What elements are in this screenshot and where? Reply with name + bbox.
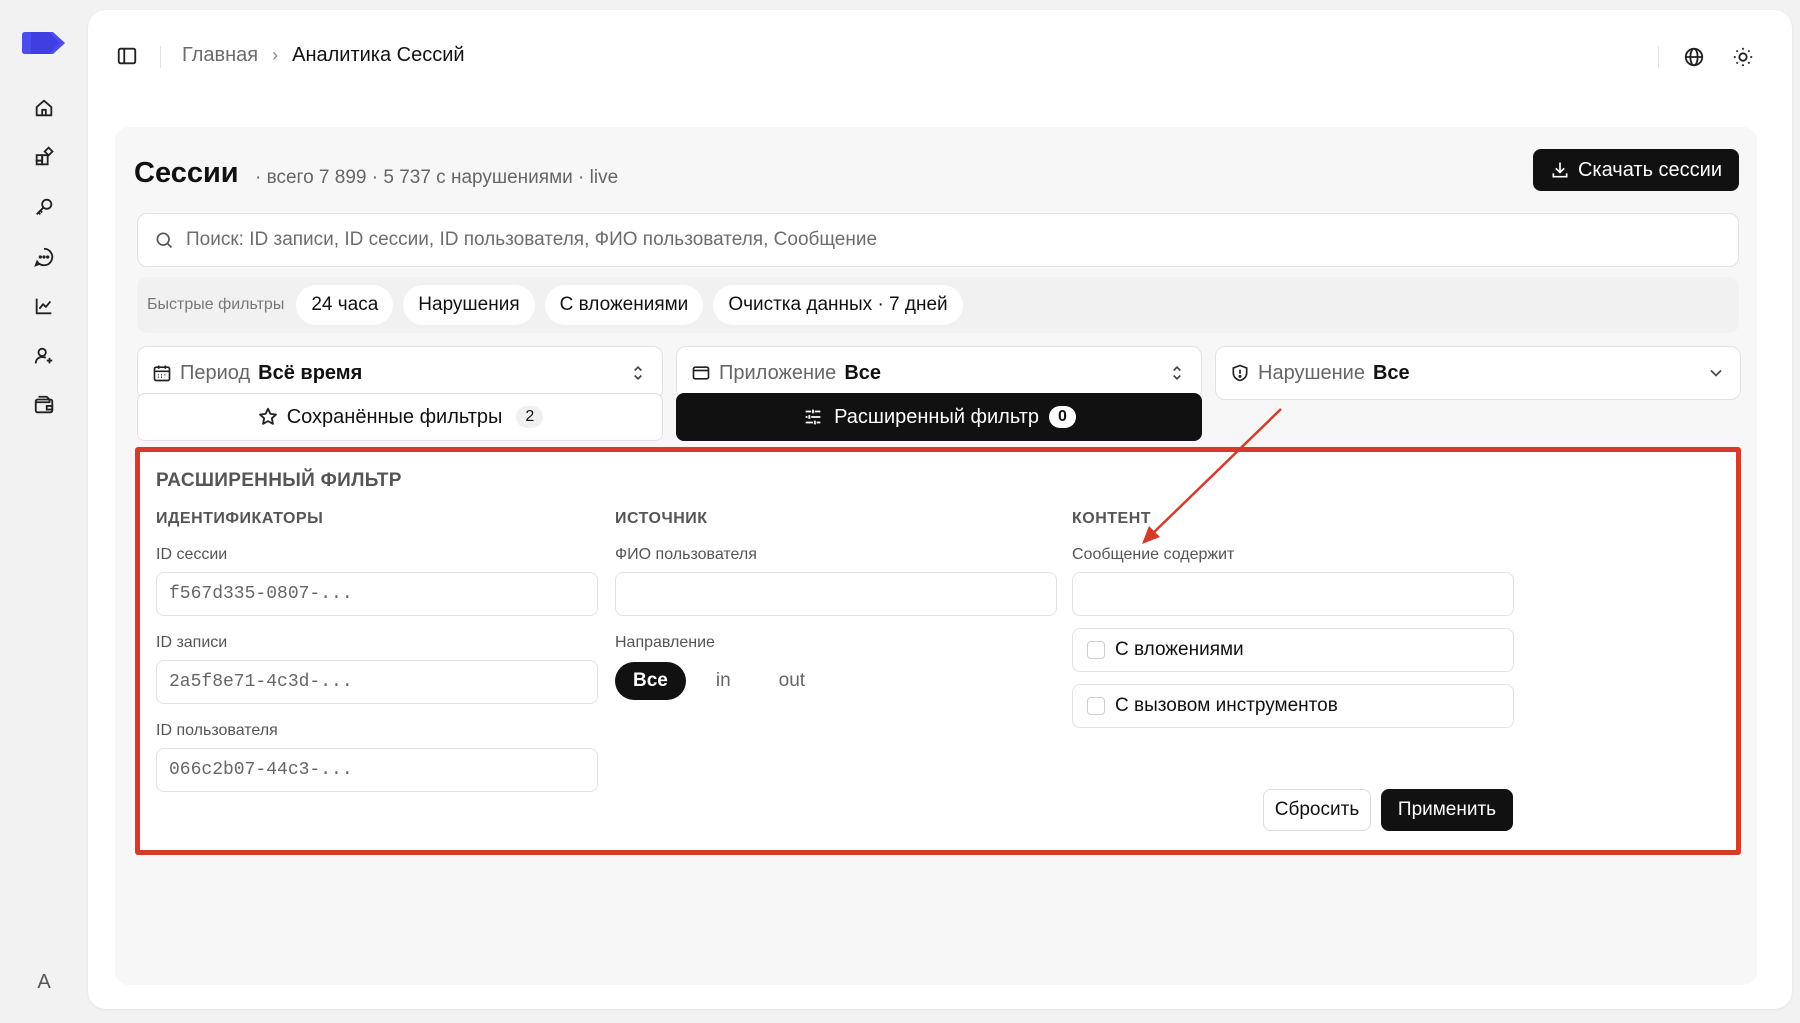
- wallet-icon[interactable]: [30, 391, 58, 419]
- sessions-panel: Сессии · всего 7 899 · 5 737 с нарушения…: [115, 127, 1757, 985]
- user-name-label: ФИО пользователя: [615, 546, 757, 563]
- attachments-label: С вложениями: [1115, 639, 1244, 660]
- quick-filter-chip[interactable]: Очистка данных · 7 дней: [713, 285, 963, 325]
- quick-filter-chip[interactable]: 24 часа: [296, 285, 394, 325]
- period-value: Всё время: [258, 361, 363, 384]
- search-icon: [156, 232, 173, 249]
- app-select[interactable]: Приложение Все: [676, 346, 1202, 400]
- advanced-filter-label: Расширенный фильтр: [834, 405, 1039, 428]
- breadcrumb-current: Аналитика Сессий: [292, 44, 465, 66]
- advanced-filter-title: РАСШИРЕННЫЙ ФИЛЬТР: [156, 470, 402, 491]
- left-rail: A: [0, 0, 88, 1023]
- saved-filters-label: Сохранённые фильтры: [286, 405, 503, 428]
- user-id-field[interactable]: 066c2b07-44c3-...: [156, 748, 598, 792]
- attachments-checkbox[interactable]: С вложениями: [1072, 628, 1514, 672]
- direction-all[interactable]: Все: [615, 662, 686, 700]
- globe-icon[interactable]: [1680, 43, 1708, 71]
- message-label: Сообщение содержит: [1072, 546, 1235, 563]
- apply-button[interactable]: Применить: [1381, 789, 1513, 831]
- download-icon: [1552, 162, 1568, 178]
- session-id-field[interactable]: f567d335-0807-...: [156, 572, 598, 616]
- source-column: ИСТОЧНИК ФИО пользователя Направление Вс…: [615, 510, 1057, 700]
- checkbox[interactable]: [1087, 697, 1105, 715]
- tools-label: С вызовом инструментов: [1115, 695, 1338, 716]
- quick-filter-chip[interactable]: С вложениями: [544, 285, 704, 325]
- download-label: Скачать сессии: [1577, 158, 1723, 181]
- content-heading: КОНТЕНТ: [1072, 510, 1152, 527]
- app-label: Приложение: [719, 361, 837, 384]
- saved-filters-button[interactable]: Сохранённые фильтры 2: [137, 393, 663, 441]
- reset-button[interactable]: Сбросить: [1263, 789, 1371, 831]
- apps-icon[interactable]: [30, 143, 58, 171]
- direction-out[interactable]: out: [761, 662, 823, 700]
- window-icon: [692, 366, 710, 380]
- breadcrumb-separator-icon: ›: [272, 45, 279, 65]
- period-select[interactable]: Период Всё время: [137, 346, 663, 400]
- identifiers-heading: ИДЕНТИФИКАТОРЫ: [156, 510, 324, 527]
- content-column: КОНТЕНТ Сообщение содержит С вложениями …: [1072, 510, 1514, 728]
- page-subtitle: · всего 7 899 · 5 737 с нарушениями · li…: [255, 167, 619, 188]
- calendar-icon: [153, 365, 171, 382]
- direction-label: Направление: [615, 634, 715, 651]
- app-value: Все: [844, 361, 882, 384]
- violation-select[interactable]: Нарушение Все: [1215, 346, 1741, 400]
- star-icon: [258, 407, 277, 425]
- user-id-label: ID пользователя: [156, 722, 278, 739]
- search-input[interactable]: [186, 229, 1686, 251]
- violation-value: Все: [1372, 361, 1410, 384]
- page-title: Сессии: [134, 157, 239, 189]
- session-id-label: ID сессии: [156, 546, 228, 563]
- quick-filters-label: Быстрые фильтры: [147, 296, 285, 313]
- divider: [1658, 46, 1659, 68]
- top-bar: Главная › Аналитика Сессий: [88, 10, 1792, 100]
- key-icon[interactable]: [30, 193, 58, 221]
- avatar[interactable]: A: [28, 966, 60, 998]
- identifiers-column: ИДЕНТИФИКАТОРЫ ID сессии f567d335-0807-.…: [156, 510, 598, 792]
- direction-in[interactable]: in: [698, 662, 749, 700]
- advanced-filter-count: 0: [1049, 406, 1076, 428]
- quick-filters: Быстрые фильтры 24 часа Нарушения С влож…: [137, 277, 1739, 333]
- message-field[interactable]: [1072, 572, 1514, 616]
- source-heading: ИСТОЧНИК: [615, 510, 708, 527]
- breadcrumb: Главная › Аналитика Сессий: [182, 44, 465, 67]
- shield-icon: [1232, 364, 1248, 382]
- record-id-field[interactable]: 2a5f8e71-4c3d-...: [156, 660, 598, 704]
- main-content: Главная › Аналитика Сессий Сессии · всег…: [88, 10, 1792, 1009]
- logo-icon[interactable]: [21, 30, 67, 56]
- chevron-updown-icon: [634, 365, 642, 381]
- analytics-icon[interactable]: [30, 292, 58, 320]
- quick-filter-chip[interactable]: Нарушения: [403, 285, 535, 325]
- download-sessions-button[interactable]: Скачать сессии: [1533, 149, 1739, 191]
- direction-toggle: Все in out: [615, 662, 1057, 700]
- checkbox[interactable]: [1087, 641, 1105, 659]
- sun-icon[interactable]: [1729, 43, 1757, 71]
- advanced-filter-panel: РАСШИРЕННЫЙ ФИЛЬТР ИДЕНТИФИКАТОРЫ ID сес…: [135, 447, 1741, 855]
- breadcrumb-home[interactable]: Главная: [182, 44, 258, 67]
- record-id-label: ID записи: [156, 634, 228, 651]
- chevron-down-icon: [1710, 369, 1722, 377]
- user-name-field[interactable]: [615, 572, 1057, 616]
- saved-filters-count: 2: [516, 406, 544, 428]
- search-bar[interactable]: [137, 213, 1739, 267]
- chevron-updown-icon: [1173, 365, 1181, 381]
- violation-label: Нарушение: [1258, 361, 1365, 384]
- advanced-filter-button[interactable]: Расширенный фильтр 0: [676, 393, 1202, 441]
- sliders-icon: [805, 409, 821, 425]
- divider: [160, 46, 161, 68]
- add-user-icon[interactable]: [30, 342, 58, 370]
- home-icon[interactable]: [30, 94, 58, 122]
- sidebar-toggle-icon[interactable]: [114, 43, 140, 69]
- chat-icon[interactable]: [30, 243, 58, 271]
- period-label: Период: [180, 361, 251, 384]
- tools-checkbox[interactable]: С вызовом инструментов: [1072, 684, 1514, 728]
